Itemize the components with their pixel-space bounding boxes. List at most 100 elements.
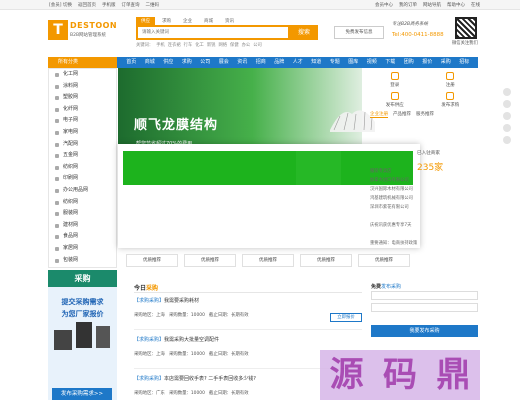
site-logo[interactable]: T DESTOON B2B网站管理系统 xyxy=(48,20,117,42)
free-post-button[interactable]: 免费发布信息 xyxy=(334,26,384,39)
sidebar-item[interactable]: 印刷网 xyxy=(49,173,116,185)
hero-banner[interactable]: 顺飞龙膜结构 帮您节省超过70%的费用 xyxy=(118,68,375,147)
nav-item[interactable]: 招商 xyxy=(252,57,271,68)
nav-item[interactable]: 知道 xyxy=(307,57,326,68)
sidebar-item[interactable]: 涂料网 xyxy=(49,81,116,93)
nav-item[interactable]: 视频 xyxy=(363,57,382,68)
nav-item[interactable]: 资讯 xyxy=(233,57,252,68)
sidebar-item[interactable]: 包装网 xyxy=(49,255,116,267)
hot-keyword[interactable]: 公司 xyxy=(253,42,262,48)
company-item[interactable]: 鸿基建筑机械有限公司 xyxy=(370,195,417,204)
top-link[interactable]: 返回首页 xyxy=(78,2,96,8)
company-item[interactable]: 庆祝讯获优惠专享7天 xyxy=(370,222,417,231)
hot-keyword[interactable]: 化工 xyxy=(195,42,204,48)
nav-item[interactable]: 团购 xyxy=(400,57,419,68)
nav-item[interactable]: 首页 xyxy=(122,57,141,68)
quote-button[interactable]: 立即报价 xyxy=(330,313,362,322)
sidebar-item[interactable]: 五金网 xyxy=(49,150,116,162)
recommend-thumb[interactable]: 优质推荐 xyxy=(300,254,352,267)
nav-item[interactable]: 招标 xyxy=(455,57,474,68)
top-link[interactable]: [会员] 切换 xyxy=(49,2,72,8)
nav-item[interactable]: 商城 xyxy=(141,57,160,68)
hot-keyword[interactable]: 新锐 xyxy=(207,42,216,48)
nav-item[interactable]: 品牌 xyxy=(270,57,289,68)
top-link[interactable]: 在线 xyxy=(471,2,480,8)
company-item[interactable]: 深圳市紫花有限公司 xyxy=(370,204,417,213)
purchase-ad[interactable]: 采购 提交采购需求 为您厂家报价 发布采购需求>> xyxy=(48,270,117,400)
hot-keyword[interactable]: 保健 xyxy=(230,42,239,48)
sidebar-item[interactable]: 化工网 xyxy=(49,69,116,81)
company-item[interactable] xyxy=(370,213,417,222)
hot-keyword[interactable]: 手机 xyxy=(156,42,165,48)
nav-item[interactable]: 供应 xyxy=(159,57,178,68)
sidebar-item[interactable]: 建材网 xyxy=(49,220,116,232)
company-item[interactable]: 汉兴国际木材有限公司 xyxy=(370,186,417,195)
top-link[interactable]: 网站导航 xyxy=(423,2,441,8)
toolbar-icon[interactable] xyxy=(503,112,511,120)
nav-item[interactable]: 展会 xyxy=(215,57,234,68)
recommend-thumb[interactable]: 优质推荐 xyxy=(126,254,178,267)
subtab[interactable]: 企业注册 xyxy=(370,111,388,118)
nav-item[interactable]: 论坛 xyxy=(474,57,493,68)
ad-cta-button[interactable]: 发布采购需求>> xyxy=(52,388,112,400)
form-field[interactable] xyxy=(371,291,478,300)
nav-item[interactable]: 图库 xyxy=(344,57,363,68)
purchase-title[interactable]: 【求购采购】我需采购大批量空调配件 xyxy=(134,336,362,343)
search-tab[interactable]: 企业 xyxy=(178,17,197,25)
sidebar-item[interactable]: 家电网 xyxy=(49,127,116,139)
hot-keyword[interactable]: 连衣裙 xyxy=(168,42,181,48)
company-item[interactable]: 服装专卖店 xyxy=(370,168,417,177)
nav-item[interactable]: 求购 xyxy=(178,57,197,68)
recommend-thumb[interactable]: 优质推荐 xyxy=(184,254,236,267)
sidebar-item[interactable]: 塑胶网 xyxy=(49,92,116,104)
top-link[interactable]: 二维码 xyxy=(145,2,159,8)
nav-item[interactable]: 公司 xyxy=(196,57,215,68)
nav-item[interactable]: 采购 xyxy=(437,57,456,68)
sidebar-item[interactable]: 电子网 xyxy=(49,115,116,127)
nav-item[interactable]: 下载 xyxy=(381,57,400,68)
sidebar-item[interactable]: 纺织网 xyxy=(49,162,116,174)
search-tab[interactable]: 供应 xyxy=(136,17,155,25)
top-link[interactable]: 手机版 xyxy=(102,2,116,8)
toolbar-icon[interactable] xyxy=(503,88,511,96)
sidebar-item[interactable]: 办公用品网 xyxy=(49,185,116,197)
search-button[interactable]: 搜索 xyxy=(290,25,318,40)
subtab[interactable]: 产品推荐 xyxy=(393,111,411,118)
toolbar-icon[interactable] xyxy=(503,100,511,108)
company-item[interactable]: 重要通知：电商扶持政策 xyxy=(370,240,417,249)
sidebar-item[interactable]: 食品网 xyxy=(49,231,116,243)
hot-keyword[interactable]: 办公 xyxy=(242,42,251,48)
sidebar-item[interactable]: 家居网 xyxy=(49,243,116,255)
search-input[interactable] xyxy=(138,27,288,38)
top-link[interactable]: 帮助中心 xyxy=(447,2,465,8)
post-purchase-button[interactable]: 我要发布采购 xyxy=(371,325,478,337)
recommend-thumb[interactable]: 优质推荐 xyxy=(242,254,294,267)
top-link[interactable]: 会员中心 xyxy=(375,2,393,8)
top-link[interactable]: 订单查询 xyxy=(121,2,139,8)
quick-action-login[interactable]: 登录 xyxy=(390,72,399,88)
subtab[interactable]: 服务推荐 xyxy=(416,111,434,118)
nav-item[interactable]: 人才 xyxy=(289,57,308,68)
quick-action-supply[interactable]: 发布供应 xyxy=(386,92,404,108)
nav-item[interactable]: 专题 xyxy=(326,57,345,68)
purchase-title[interactable]: 【求购采购】我需要采购耗材 xyxy=(134,297,362,304)
sidebar-item[interactable]: 纺织网 xyxy=(49,197,116,209)
search-tab[interactable]: 求购 xyxy=(157,17,176,25)
nav-item[interactable]: 报价 xyxy=(418,57,437,68)
sidebar-item[interactable]: 化纤网 xyxy=(49,104,116,116)
quick-action-purchase[interactable]: 发布求购 xyxy=(441,92,459,108)
hot-keyword[interactable]: 行车 xyxy=(184,42,193,48)
sidebar-item[interactable]: 服装网 xyxy=(49,208,116,220)
all-categories-button[interactable]: 所有分类 xyxy=(48,57,117,68)
top-link[interactable]: 我的订单 xyxy=(399,2,417,8)
toolbar-icon[interactable] xyxy=(503,136,511,144)
hot-keyword[interactable]: 网络 xyxy=(218,42,227,48)
company-item[interactable]: 加拿大进口有限公司 xyxy=(370,177,417,186)
nav-item[interactable]: 更多 xyxy=(492,57,511,68)
form-field[interactable] xyxy=(371,303,478,312)
sidebar-item[interactable]: 汽配网 xyxy=(49,139,116,151)
toolbar-icon[interactable] xyxy=(503,124,511,132)
company-item[interactable] xyxy=(370,231,417,240)
search-tab[interactable]: 资讯 xyxy=(220,17,239,25)
search-tab[interactable]: 商城 xyxy=(199,17,218,25)
